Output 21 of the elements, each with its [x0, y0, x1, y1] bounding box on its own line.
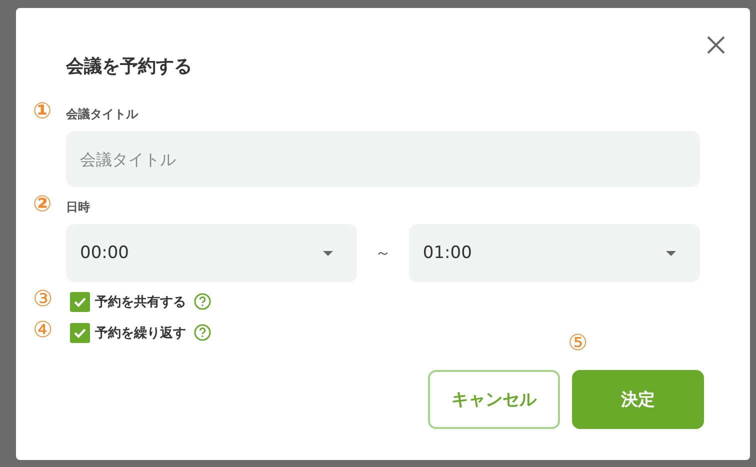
checkbox[interactable]	[70, 322, 90, 342]
help-icon[interactable]	[194, 324, 211, 341]
annotation-marker: ②	[33, 193, 52, 217]
annotation-marker: ①	[33, 100, 52, 124]
annotation-marker: ④	[33, 319, 53, 343]
caret-icon	[323, 250, 334, 256]
end-time-dropdown[interactable]: 01:00	[408, 224, 700, 282]
caret-icon	[666, 250, 676, 256]
annotation-marker: ⑤	[568, 332, 588, 356]
checkbox-label: 予約を繰り返す	[95, 324, 186, 342]
checkbox-label: 予約を共有する	[95, 294, 186, 310]
range-separator: ～	[374, 242, 392, 264]
title-input-field[interactable]: 会議タイトル	[66, 131, 700, 187]
start-time-dropdown[interactable]: 00:00	[66, 224, 358, 282]
dialog-title: 会議を予約する	[66, 55, 193, 78]
checkbox[interactable]	[70, 292, 90, 312]
help-icon[interactable]	[194, 293, 211, 310]
field-label: 会議タイトル	[66, 106, 138, 123]
field-label: 日時	[66, 199, 90, 216]
annotation-marker: ③	[33, 288, 53, 312]
close-icon[interactable]	[707, 36, 725, 54]
